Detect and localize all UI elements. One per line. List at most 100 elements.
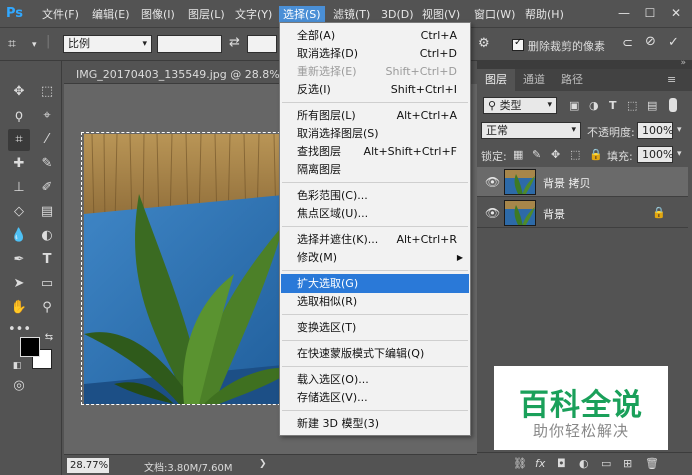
- collapse-icon[interactable]: »: [680, 58, 686, 68]
- tab-channels[interactable]: 通道: [515, 69, 553, 91]
- menu-item-transform-selection[interactable]: 变换选区(T): [281, 318, 469, 337]
- eraser-tool-icon[interactable]: ◇: [8, 201, 30, 223]
- reset-icon[interactable]: ⊂: [622, 36, 633, 52]
- visibility-eye-icon[interactable]: 👁: [485, 206, 500, 220]
- cancel-icon[interactable]: ⊘: [645, 34, 656, 50]
- menu-item-save-selection[interactable]: 存储选区(V)...: [281, 388, 469, 407]
- menu-item-load-selection[interactable]: 载入选区(O)...: [281, 370, 469, 389]
- menu-file[interactable]: 文件(F): [38, 6, 83, 24]
- filter-shape-icon[interactable]: ⬚: [627, 99, 637, 113]
- menu-item-modify[interactable]: 修改(M) ▶: [281, 248, 469, 267]
- menu-item-isolate-layers[interactable]: 隔离图层: [281, 160, 469, 179]
- commit-icon[interactable]: ✓: [668, 35, 679, 51]
- filter-type-icon[interactable]: T: [609, 99, 617, 113]
- new-group-icon[interactable]: ▭: [601, 457, 611, 470]
- type-tool-icon[interactable]: T: [36, 249, 58, 271]
- tab-paths[interactable]: 路径: [553, 69, 591, 91]
- chevron-down-icon[interactable]: ▾: [677, 147, 682, 161]
- quick-select-tool-icon[interactable]: ⌖: [36, 105, 58, 127]
- crop-tool-icon[interactable]: ⌗: [8, 36, 16, 52]
- layer-filter-select[interactable]: ⚲ 类型 ▾: [483, 97, 557, 114]
- menu-image[interactable]: 图像(I): [137, 6, 179, 24]
- quick-mask-icon[interactable]: ◎: [8, 375, 30, 397]
- lock-artboard-icon[interactable]: ⬚: [570, 148, 580, 162]
- blur-tool-icon[interactable]: 💧: [8, 225, 30, 247]
- gradient-tool-icon[interactable]: ▤: [36, 201, 58, 223]
- dodge-tool-icon[interactable]: ◐: [36, 225, 58, 247]
- maximize-icon[interactable]: ☐: [642, 6, 658, 20]
- lasso-tool-icon[interactable]: ϙ: [8, 105, 30, 127]
- layer-name[interactable]: 背景 拷贝: [543, 175, 591, 191]
- menu-type[interactable]: 文字(Y): [231, 6, 276, 24]
- crop-height-input[interactable]: [247, 35, 277, 53]
- crop-width-input[interactable]: [157, 35, 222, 53]
- menu-item-select-all[interactable]: 全部(A) Ctrl+A: [281, 26, 469, 45]
- layer-row[interactable]: 👁 背景 🔒: [477, 198, 688, 228]
- filter-smart-object-icon[interactable]: ▤: [647, 99, 657, 113]
- lock-position-icon[interactable]: ✥: [551, 148, 560, 162]
- chevron-down-icon[interactable]: ▾: [677, 123, 682, 137]
- menu-item-new-3d-extrusion[interactable]: 新建 3D 模型(3): [281, 414, 469, 433]
- layer-name[interactable]: 背景: [543, 206, 565, 222]
- menu-layer[interactable]: 图层(L): [184, 6, 229, 24]
- lock-transparency-icon[interactable]: ▦: [513, 148, 523, 162]
- document-tab[interactable]: IMG_20170403_135549.jpg @ 28.8%(背景: [64, 62, 306, 84]
- fill-input[interactable]: 100%: [637, 146, 673, 163]
- menu-item-find-layers[interactable]: 查找图层 Alt+Shift+Ctrl+F: [281, 142, 469, 161]
- filter-pixel-icon[interactable]: ▣: [569, 99, 579, 113]
- history-brush-icon[interactable]: ✐: [36, 177, 58, 199]
- blend-mode-select[interactable]: 正常 ▾: [481, 122, 581, 139]
- crop-tool-icon[interactable]: ⌗: [8, 129, 30, 151]
- new-layer-icon[interactable]: ⊞: [623, 457, 632, 470]
- menu-item-deselect[interactable]: 取消选择(D) Ctrl+D: [281, 44, 469, 63]
- menu-item-select-and-mask[interactable]: 选择并遮住(K)... Alt+Ctrl+R: [281, 230, 469, 249]
- menu-window[interactable]: 窗口(W): [470, 6, 519, 24]
- menu-item-all-layers[interactable]: 所有图层(L) Alt+Ctrl+A: [281, 106, 469, 125]
- menu-item-quick-mask-edit[interactable]: 在快速蒙版模式下编辑(Q): [281, 344, 469, 363]
- clone-stamp-icon[interactable]: ⊥: [8, 177, 30, 199]
- zoom-level-field[interactable]: 28.77%: [67, 458, 109, 473]
- menu-edit[interactable]: 编辑(E): [88, 6, 134, 24]
- eyedropper-tool-icon[interactable]: ⁄: [36, 129, 58, 151]
- crop-ratio-select[interactable]: 比例 ▾: [63, 35, 152, 53]
- panel-collapse-bar[interactable]: »: [477, 58, 692, 69]
- rectangle-tool-icon[interactable]: ▭: [36, 273, 58, 295]
- tab-layers[interactable]: 图层: [477, 69, 515, 91]
- default-colors-icon[interactable]: ◧: [10, 359, 24, 373]
- lock-all-icon[interactable]: 🔒: [589, 148, 603, 162]
- brush-tool-icon[interactable]: ✎: [36, 153, 58, 175]
- opacity-input[interactable]: 100%: [637, 122, 673, 139]
- layer-row[interactable]: 👁 背景 拷贝: [477, 167, 688, 197]
- healing-brush-icon[interactable]: ✚: [8, 153, 30, 175]
- menu-item-deselect-layers[interactable]: 取消选择图层(S): [281, 124, 469, 143]
- layer-style-icon[interactable]: fx: [535, 457, 545, 470]
- link-layers-icon[interactable]: ⛓: [513, 457, 527, 470]
- pen-tool-icon[interactable]: ✒: [8, 249, 30, 271]
- menu-item-inverse[interactable]: 反选(I) Shift+Ctrl+I: [281, 80, 469, 99]
- swap-icon[interactable]: ⇄: [229, 35, 240, 51]
- panel-menu-icon[interactable]: ≡: [667, 69, 676, 91]
- trash-icon[interactable]: 🗑: [645, 457, 659, 470]
- menu-item-focus-area[interactable]: 焦点区域(U)...: [281, 204, 469, 223]
- move-tool-icon[interactable]: ✥: [8, 81, 30, 103]
- close-icon[interactable]: ✕: [668, 6, 684, 20]
- zoom-tool-icon[interactable]: ⚲: [36, 297, 58, 319]
- gear-icon[interactable]: ⚙: [478, 36, 490, 52]
- menu-item-color-range[interactable]: 色彩范围(C)...: [281, 186, 469, 205]
- add-mask-icon[interactable]: ◘: [557, 457, 566, 470]
- filter-adjustment-icon[interactable]: ◑: [589, 99, 599, 113]
- minimize-icon[interactable]: —: [616, 6, 632, 20]
- marquee-tool-icon[interactable]: ⬚: [36, 81, 58, 103]
- foreground-color-swatch[interactable]: [20, 337, 40, 357]
- menu-item-similar[interactable]: 选取相似(R): [281, 292, 469, 311]
- filter-toggle-icon[interactable]: [669, 98, 677, 112]
- swap-colors-icon[interactable]: ⇆: [42, 331, 56, 345]
- path-select-icon[interactable]: ➤: [8, 273, 30, 295]
- lock-pixels-icon[interactable]: ✎: [532, 148, 541, 162]
- adjustment-layer-icon[interactable]: ◐: [579, 457, 589, 470]
- delete-cropped-checkbox[interactable]: ✓: [512, 37, 524, 51]
- chevron-right-icon[interactable]: ❯: [259, 459, 267, 469]
- visibility-eye-icon[interactable]: 👁: [485, 175, 500, 189]
- hand-tool-icon[interactable]: ✋: [8, 297, 30, 319]
- menu-item-grow[interactable]: 扩大选取(G): [281, 274, 469, 293]
